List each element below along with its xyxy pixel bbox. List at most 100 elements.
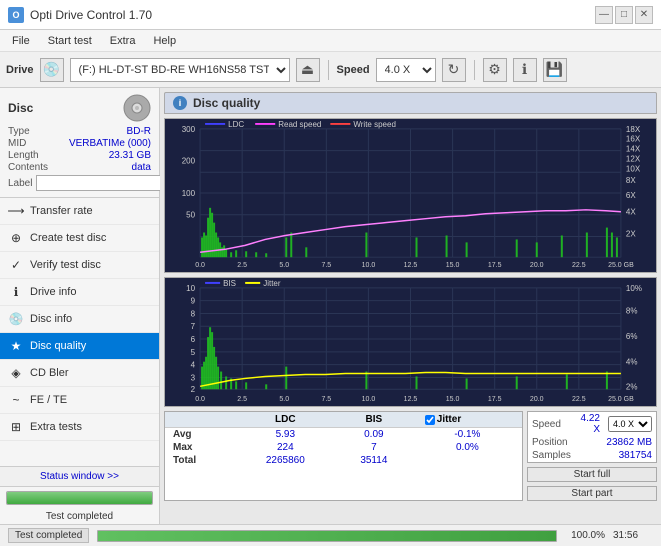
start-part-button[interactable]: Start part <box>527 486 657 501</box>
fe-te-icon: ~ <box>8 392 24 408</box>
disc-label-key: Label <box>8 178 32 189</box>
svg-text:25.0 GB: 25.0 GB <box>608 262 634 269</box>
sidebar-item-fe-te[interactable]: ~ FE / TE <box>0 387 159 414</box>
sidebar-item-label-disc-quality: Disc quality <box>30 340 86 352</box>
disc-quality-icon: ★ <box>8 338 24 354</box>
svg-text:Jitter: Jitter <box>263 279 281 288</box>
stats-max-label: Max <box>165 441 236 454</box>
svg-text:8: 8 <box>191 309 196 318</box>
transfer-rate-icon: ⟶ <box>8 203 24 219</box>
menu-file[interactable]: File <box>4 33 38 49</box>
cd-bler-icon: ◈ <box>8 365 24 381</box>
svg-text:15.0: 15.0 <box>446 262 460 269</box>
drive-select[interactable]: (F:) HL-DT-ST BD-RE WH16NS58 TST4 <box>70 58 290 82</box>
panel-header: i Disc quality <box>164 92 657 114</box>
sidebar-item-disc-quality[interactable]: ★ Disc quality <box>0 333 159 360</box>
svg-text:12.5: 12.5 <box>404 396 418 403</box>
disc-type-value: BD-R <box>127 126 151 137</box>
disc-label-row: Label 🔍 <box>8 175 151 191</box>
disc-contents-row: Contents data <box>8 162 151 173</box>
start-full-button[interactable]: Start full <box>527 467 657 482</box>
svg-text:10.0: 10.0 <box>362 262 376 269</box>
menu-start-test[interactable]: Start test <box>40 33 100 49</box>
refresh-button[interactable]: ↻ <box>442 58 466 82</box>
sidebar-item-verify-test-disc[interactable]: ✓ Verify test disc <box>0 252 159 279</box>
sidebar-item-drive-info[interactable]: ℹ Drive info <box>0 279 159 306</box>
save-button[interactable]: 💾 <box>543 58 567 82</box>
speed-value: 4.22 X <box>575 412 604 436</box>
chart1-container: 300 200 100 50 18X 16X 14X 12X 10X 8X 6X… <box>164 118 657 273</box>
status-time: 31:56 <box>613 530 653 541</box>
titlebar-left: O Opti Drive Control 1.70 <box>8 7 152 23</box>
sidebar-item-extra-tests[interactable]: ⊞ Extra tests <box>0 414 159 441</box>
jitter-checkbox-input[interactable] <box>425 415 435 425</box>
disc-mid-label: MID <box>8 138 26 149</box>
svg-text:5.0: 5.0 <box>279 262 289 269</box>
bottom-statusbar: Test completed 100.0% 31:56 <box>0 524 661 546</box>
svg-text:6: 6 <box>191 335 196 344</box>
sidebar-item-label-disc-info: Disc info <box>30 313 72 325</box>
stats-total-label: Total <box>165 454 236 467</box>
info-button[interactable]: ℹ <box>513 58 537 82</box>
sidebar-item-label-extra-tests: Extra tests <box>30 421 82 433</box>
sidebar-item-label-verify-test-disc: Verify test disc <box>30 259 101 271</box>
stats-max-row: Max 224 7 0.0% <box>165 441 522 454</box>
menu-help[interactable]: Help <box>145 33 184 49</box>
svg-text:22.5: 22.5 <box>572 262 586 269</box>
speed-label: Speed <box>337 64 370 76</box>
disc-label-input[interactable] <box>36 175 174 191</box>
speed-select-stats[interactable]: 4.0 X <box>608 416 652 432</box>
sidebar-item-transfer-rate[interactable]: ⟶ Transfer rate <box>0 198 159 225</box>
speed-select[interactable]: 4.0 X <box>376 58 436 82</box>
status-window-button[interactable]: Status window >> <box>0 467 159 487</box>
stats-avg-jitter: -0.1% <box>413 428 522 442</box>
verify-test-disc-icon: ✓ <box>8 257 24 273</box>
col-header-ldc: LDC <box>236 412 335 428</box>
settings-button[interactable]: ⚙ <box>483 58 507 82</box>
disc-quality-panel: i Disc quality <box>160 88 661 524</box>
svg-text:12X: 12X <box>626 154 641 163</box>
content-area: i Disc quality <box>160 88 661 524</box>
speed-row: Speed 4.22 X 4.0 X <box>528 412 656 436</box>
sidebar-item-create-test-disc[interactable]: ⊕ Create test disc <box>0 225 159 252</box>
drive-icon-btn[interactable]: 💿 <box>40 58 64 82</box>
maximize-button[interactable]: □ <box>615 6 633 24</box>
svg-text:5: 5 <box>191 348 196 357</box>
eject-button[interactable]: ⏏ <box>296 58 320 82</box>
close-button[interactable]: ✕ <box>635 6 653 24</box>
position-row: Position 23862 MB <box>528 436 656 449</box>
menubar: File Start test Extra Help <box>0 30 661 52</box>
disc-type-row: Type BD-R <box>8 126 151 137</box>
svg-text:10%: 10% <box>626 284 642 293</box>
stats-total-ldc: 2265860 <box>236 454 335 467</box>
chart2-container: 10 9 8 7 6 5 4 3 2 10% 8% 6% 4% 2% 0 <box>164 277 657 407</box>
svg-text:2: 2 <box>191 385 196 394</box>
right-info-panel: Speed 4.22 X 4.0 X Position 23 <box>527 411 657 501</box>
svg-text:25.0 GB: 25.0 GB <box>608 396 634 403</box>
svg-text:4: 4 <box>191 361 196 370</box>
svg-text:9: 9 <box>191 297 196 306</box>
disc-panel: Disc Type BD-R MID VERBATIMe (000) Lengt… <box>0 88 159 198</box>
minimize-button[interactable]: — <box>595 6 613 24</box>
speed-select-cell[interactable]: 4.0 X <box>604 412 656 436</box>
disc-type-label: Type <box>8 126 30 137</box>
bottom-progress-fill <box>98 531 556 541</box>
sidebar-item-disc-info[interactable]: 💿 Disc info <box>0 306 159 333</box>
app-icon: O <box>8 7 24 23</box>
svg-text:LDC: LDC <box>228 120 244 129</box>
svg-text:7.5: 7.5 <box>321 262 331 269</box>
sidebar-item-cd-bler[interactable]: ◈ CD Bler <box>0 360 159 387</box>
svg-text:17.5: 17.5 <box>488 396 502 403</box>
bottom-progress-container <box>97 530 557 542</box>
jitter-checkbox[interactable]: Jitter <box>421 414 514 425</box>
titlebar: O Opti Drive Control 1.70 — □ ✕ <box>0 0 661 30</box>
chart2-svg: 10 9 8 7 6 5 4 3 2 10% 8% 6% 4% 2% 0 <box>165 278 656 406</box>
svg-text:20.0: 20.0 <box>530 262 544 269</box>
status-window-label: Status window >> <box>40 471 119 482</box>
stats-total-row: Total 2265860 35114 <box>165 454 522 467</box>
sidebar-progress-fill <box>7 492 152 504</box>
disc-contents-value: data <box>132 162 151 173</box>
menu-extra[interactable]: Extra <box>102 33 144 49</box>
svg-text:10.0: 10.0 <box>362 396 376 403</box>
disc-length-label: Length <box>8 150 39 161</box>
